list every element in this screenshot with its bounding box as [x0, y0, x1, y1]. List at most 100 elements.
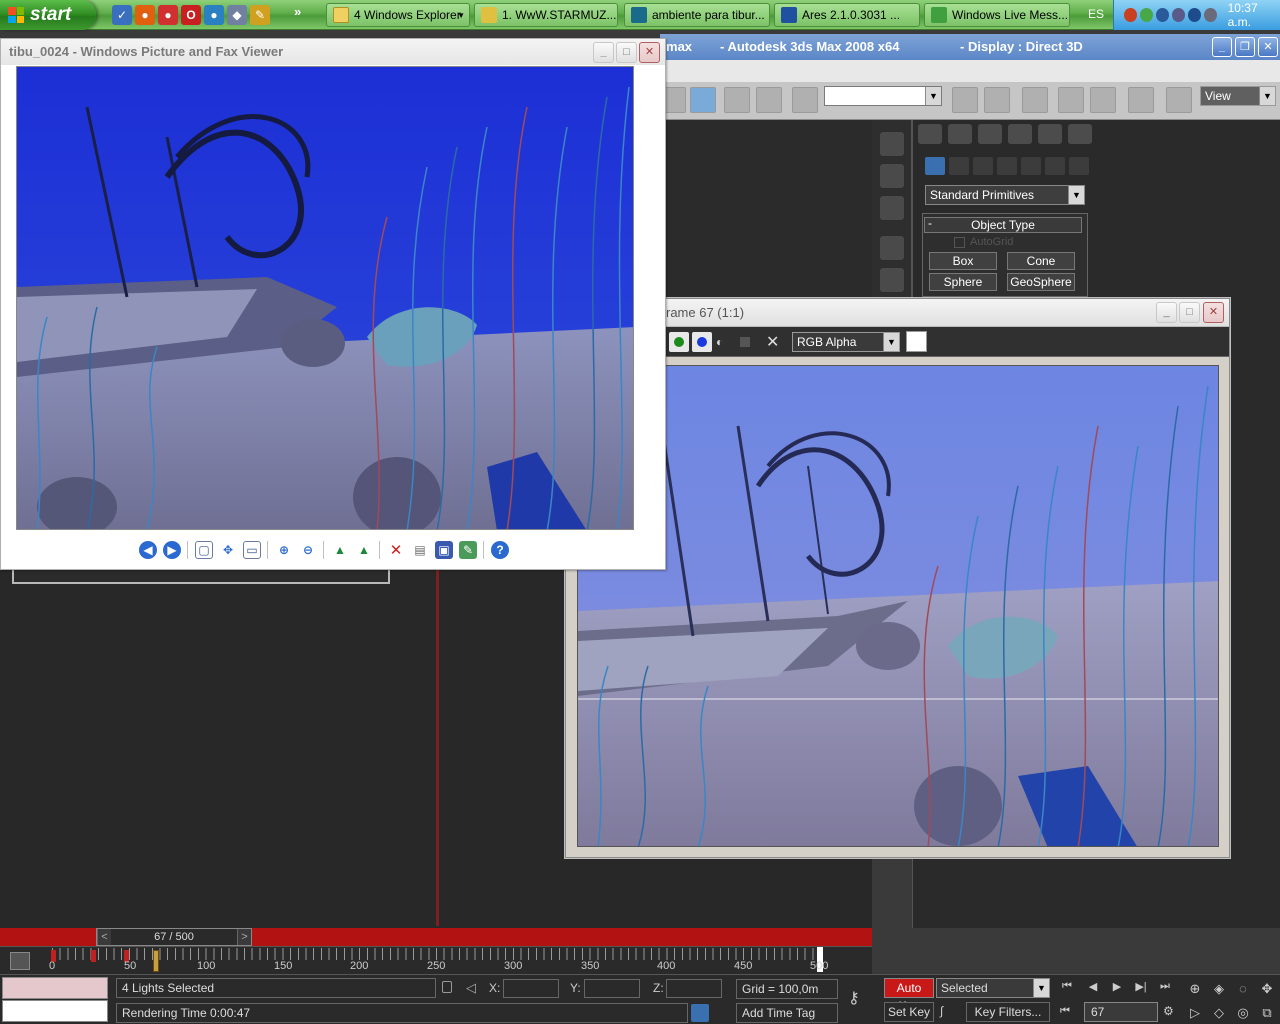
- mirror-side-icon[interactable]: [880, 236, 904, 260]
- object-type-header[interactable]: Object Type: [924, 217, 1082, 233]
- previous-frame-icon[interactable]: ◀: [1084, 980, 1102, 994]
- open-for-editing-icon[interactable]: ✎: [459, 541, 477, 559]
- viewport-top-right[interactable]: [666, 120, 872, 300]
- key-mode-icon[interactable]: ⏮: [1060, 1005, 1070, 1018]
- minimize-icon[interactable]: _: [1212, 37, 1232, 57]
- zoom-in-icon[interactable]: ⊕: [275, 541, 293, 559]
- ares-tray-icon[interactable]: [1187, 8, 1201, 22]
- tangent-icon[interactable]: ∫: [940, 1004, 960, 1020]
- render-view-dropdown[interactable]: View ▼: [1200, 86, 1276, 106]
- display-tab-icon[interactable]: [1038, 124, 1062, 144]
- help-icon[interactable]: ?: [491, 541, 509, 559]
- check-icon[interactable]: ✓: [112, 5, 132, 25]
- tray-expand-icon[interactable]: [1124, 8, 1137, 22]
- keyframe-marker[interactable]: [91, 950, 96, 962]
- task-starmuz[interactable]: 1. WwW.STARMUZ...: [474, 3, 618, 27]
- schematic-view-icon[interactable]: [1090, 87, 1116, 113]
- key-icon[interactable]: ⚷: [848, 988, 872, 1007]
- task-ares[interactable]: Ares 2.1.0.3031 ...: [774, 3, 920, 27]
- quick-launch-more-icon[interactable]: »: [294, 4, 301, 19]
- motion-tab-icon[interactable]: [1008, 124, 1032, 144]
- maxscript-listener[interactable]: [2, 977, 108, 999]
- clock[interactable]: 10:37 a.m.: [1228, 1, 1280, 29]
- task-messenger[interactable]: Windows Live Mess...: [924, 3, 1070, 27]
- maximize-icon[interactable]: □: [616, 42, 637, 63]
- network-icon[interactable]: [1155, 8, 1169, 22]
- arc-rotate-icon[interactable]: ◎: [1234, 1005, 1252, 1021]
- chevron-left-icon[interactable]: <: [97, 929, 111, 945]
- chevron-right-icon[interactable]: >: [237, 929, 251, 945]
- go-to-end-icon[interactable]: ⏭: [1156, 980, 1174, 994]
- lock-icon[interactable]: [442, 981, 452, 993]
- curve-editor-icon[interactable]: [1058, 87, 1084, 113]
- alpha-channel-icon[interactable]: ◐: [716, 335, 730, 349]
- maxscript-output[interactable]: [2, 1000, 108, 1022]
- delete-icon[interactable]: ✕: [387, 541, 405, 559]
- cone-button[interactable]: Cone: [1007, 252, 1075, 270]
- display-tray-icon[interactable]: [1203, 8, 1217, 22]
- geometry-icon[interactable]: [925, 157, 945, 175]
- cameras-icon[interactable]: [997, 157, 1017, 175]
- layer-stack-icon[interactable]: [880, 164, 904, 188]
- hierarchy-icon[interactable]: [880, 196, 904, 220]
- timeline-cursor[interactable]: [153, 950, 159, 972]
- monochrome-icon[interactable]: [740, 337, 750, 347]
- mini-curve-editor-icon[interactable]: [10, 952, 30, 970]
- key-filters-button[interactable]: Key Filters...: [966, 1002, 1050, 1022]
- rollout-collapse-icon[interactable]: -: [928, 216, 932, 230]
- next-frame-icon[interactable]: ▶|: [1132, 980, 1150, 994]
- maximize-viewport-icon[interactable]: ⧉: [1258, 1005, 1276, 1021]
- language-indicator[interactable]: ES: [1088, 7, 1104, 21]
- channel-dropdown[interactable]: RGB Alpha ▼: [792, 332, 900, 352]
- primitive-type-dropdown[interactable]: Standard Primitives ▼: [925, 185, 1085, 205]
- percent-snap-icon[interactable]: [756, 87, 782, 113]
- start-button[interactable]: start: [0, 0, 96, 30]
- x-coordinate-field[interactable]: [503, 979, 559, 998]
- rotate-counterclockwise-icon[interactable]: ▲: [355, 541, 373, 559]
- pencil-icon[interactable]: ✎: [250, 5, 270, 25]
- key-selection-dropdown[interactable]: Selected ▼: [936, 978, 1050, 998]
- pan-icon[interactable]: ✥: [1258, 981, 1276, 997]
- material-editor-icon[interactable]: [1128, 87, 1154, 113]
- close-icon[interactable]: ✕: [1258, 37, 1278, 57]
- previous-image-icon[interactable]: ◀: [139, 541, 157, 559]
- close-icon[interactable]: ✕: [639, 42, 660, 63]
- adaptive-degradation-icon[interactable]: [691, 1004, 709, 1022]
- people-icon[interactable]: ●: [158, 5, 178, 25]
- named-selection-icon[interactable]: [792, 87, 818, 113]
- autogrid-checkbox[interactable]: AutoGrid: [954, 236, 1013, 248]
- print-icon[interactable]: ▤: [411, 541, 429, 559]
- auto-key-button[interactable]: Auto Key: [884, 978, 934, 1013]
- task-3dsmax[interactable]: ambiente para tibur...: [624, 3, 770, 27]
- blue-channel-icon[interactable]: [692, 332, 712, 352]
- messenger-tray-icon[interactable]: [1139, 8, 1153, 22]
- create-tab-icon[interactable]: [918, 124, 942, 144]
- opera-icon[interactable]: O: [181, 5, 201, 25]
- task-windows-explorer[interactable]: 4 Windows Explorer ▼: [326, 3, 470, 27]
- color-swatch[interactable]: [906, 331, 927, 352]
- align-icon[interactable]: [984, 87, 1010, 113]
- checker-icon[interactable]: [880, 132, 904, 156]
- minimize-icon[interactable]: _: [593, 42, 614, 63]
- zoom-out-icon[interactable]: ⊖: [299, 541, 317, 559]
- systems-icon[interactable]: [1069, 157, 1089, 175]
- geosphere-button[interactable]: GeoSphere: [1007, 273, 1075, 291]
- helpers-icon[interactable]: [1021, 157, 1041, 175]
- restore-icon[interactable]: ❐: [1235, 37, 1255, 57]
- firefox-icon[interactable]: ●: [135, 5, 155, 25]
- slideshow-icon[interactable]: ▭: [243, 541, 261, 559]
- brush-icon[interactable]: [880, 268, 904, 292]
- go-to-start-icon[interactable]: ⏮: [1058, 980, 1076, 994]
- angle-snap-icon[interactable]: [724, 87, 750, 113]
- space-warps-icon[interactable]: [1045, 157, 1065, 175]
- save-icon[interactable]: ▣: [435, 541, 453, 559]
- field-of-view-icon[interactable]: ▷: [1186, 1005, 1204, 1021]
- clear-icon[interactable]: ✕: [766, 332, 779, 352]
- current-frame-field[interactable]: 67: [1084, 1002, 1158, 1022]
- viewport-divider[interactable]: [436, 570, 439, 926]
- magnet-snap-icon[interactable]: [690, 87, 716, 113]
- layers-icon[interactable]: [1022, 87, 1048, 113]
- volume-icon[interactable]: [1171, 8, 1185, 22]
- time-config-icon[interactable]: ⚙: [1163, 1004, 1174, 1018]
- actual-size-icon[interactable]: ✥: [219, 541, 237, 559]
